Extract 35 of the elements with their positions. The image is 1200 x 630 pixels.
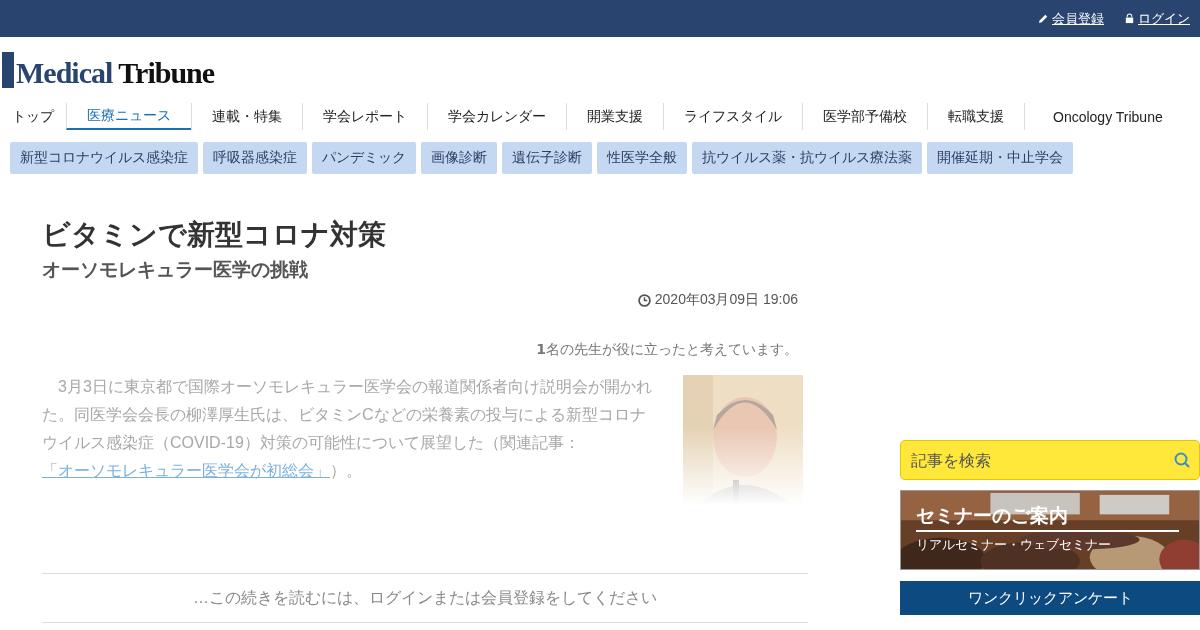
article-lead: 3月3日に東京都で国際オーソモレキュラー医学会の報道関係者向け説明会が開かれた。同医学会会長の柳澤厚生氏は、ビタミンCなどの栄養素の投与による新型コロナウイルス感染症（COVID-19）対策の可能性について展望した（関連記事： 「オーソモレキュラー医学会が初総会」）。 xyxy=(42,377,653,481)
topic-tag[interactable]: 性医学全般 xyxy=(597,142,687,174)
article-subtitle: オーソモレキュラー医学の挑戦 xyxy=(42,257,309,282)
clock-icon xyxy=(637,293,651,307)
nav-tab[interactable]: トップ xyxy=(0,103,66,130)
topic-tag[interactable]: 抗ウイルス薬・抗ウイルス療法薬 xyxy=(692,142,922,174)
topic-tag[interactable]: パンデミック xyxy=(312,142,416,174)
topic-tag[interactable]: 新型コロナウイルス感染症 xyxy=(10,142,198,174)
nav-tab[interactable]: 医療ニュース xyxy=(66,103,191,130)
banner-subtitle: リアルセミナー・ウェブセミナー xyxy=(916,536,1112,554)
topic-tag[interactable]: 画像診断 xyxy=(421,142,497,174)
article-title: ビタミンで新型コロナ対策 xyxy=(42,217,387,253)
logo-mark xyxy=(2,52,14,88)
search-field[interactable]: 記事を検索 xyxy=(900,440,1200,480)
nav-tab[interactable]: 開業支援 xyxy=(566,103,663,130)
nav-tab[interactable]: ライフスタイル xyxy=(663,103,802,130)
header-link[interactable]: ログイン xyxy=(1124,9,1190,28)
nav-tab[interactable]: 医学部予備校 xyxy=(802,103,927,130)
topic-tag[interactable]: 遺伝子診断 xyxy=(502,142,592,174)
site-logo[interactable]: Medical Tribune xyxy=(16,52,230,88)
nav-tab[interactable]: 学会カレンダー xyxy=(427,103,566,130)
paywall-message: …この続きを読むには、ログインまたは会員登録をしてください xyxy=(42,573,808,623)
topic-tag[interactable]: 開催延期・中止学会 xyxy=(927,142,1073,174)
survey-header: ワンクリックアンケート xyxy=(900,581,1200,615)
pencil-icon xyxy=(1038,13,1049,24)
nav-tab[interactable]: 学会レポート xyxy=(302,103,427,130)
nav-tab[interactable]: 転職支援 xyxy=(927,103,1024,130)
topic-tag[interactable]: 呼吸器感染症 xyxy=(203,142,307,174)
nav-tab[interactable]: Oncology Tribune xyxy=(1024,103,1191,130)
lock-icon xyxy=(1124,13,1135,24)
header-link[interactable]: 会員登録 xyxy=(1038,9,1104,28)
search-icon xyxy=(1173,451,1191,469)
publish-date: 2020年03月09日 19:06 xyxy=(654,291,798,309)
helpful-count: 1名の先生が役に立ったと考えています。 xyxy=(536,341,798,359)
nav-tab[interactable]: 連載・特集 xyxy=(191,103,302,130)
